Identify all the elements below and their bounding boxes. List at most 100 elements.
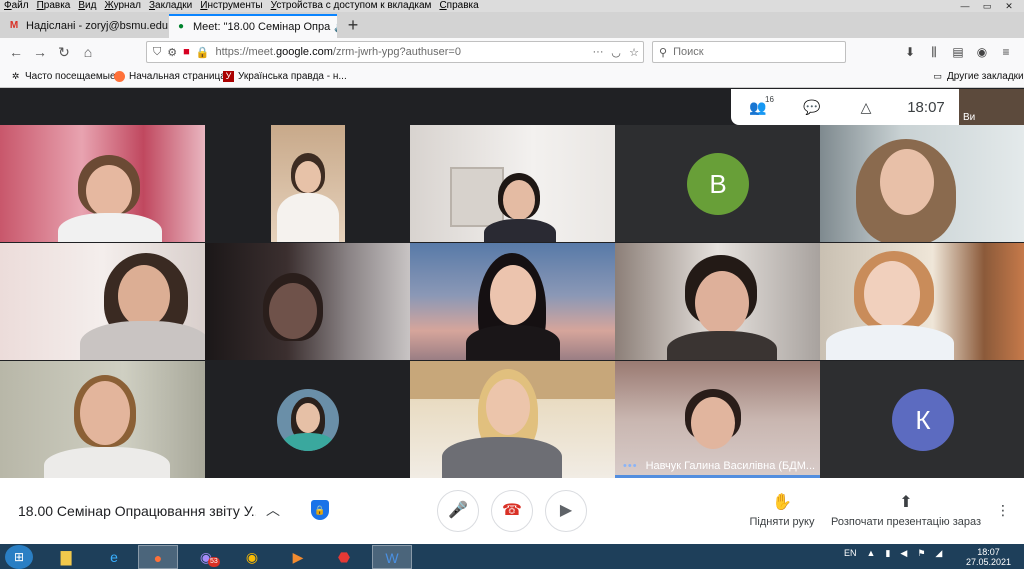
more-options-icon[interactable]: ⋮ bbox=[996, 502, 1010, 519]
volume-icon[interactable]: ◀ bbox=[900, 548, 907, 559]
participant-count: 16 bbox=[765, 94, 774, 104]
chat-button[interactable]: 💬 bbox=[785, 99, 839, 116]
participant-tile[interactable] bbox=[410, 125, 615, 242]
gear-icon: ✲ bbox=[11, 71, 20, 81]
taskbar-clock[interactable]: 18:07 27.05.2021 bbox=[966, 547, 1011, 567]
bookmark-most-visited[interactable]: ✲ Часто посещаемые bbox=[10, 71, 116, 82]
download-icon[interactable]: ⬇ bbox=[898, 42, 922, 62]
bookmark-other[interactable]: ▭ Другие закладки bbox=[932, 71, 1023, 82]
search-placeholder: Поиск bbox=[673, 46, 704, 58]
chevron-up-icon[interactable]: ︿ bbox=[266, 500, 280, 520]
network-icon[interactable]: ▮ bbox=[885, 548, 890, 559]
participant-tile[interactable] bbox=[410, 361, 615, 478]
host-controls-icon[interactable]: 🔒 bbox=[311, 500, 329, 520]
viber-icon[interactable]: ◉ 53 bbox=[186, 545, 226, 569]
bookmark-pravda[interactable]: У Українська правда - н... bbox=[223, 71, 347, 82]
forward-icon[interactable]: → bbox=[30, 42, 50, 62]
participant-tile[interactable] bbox=[205, 125, 410, 242]
home-icon[interactable]: ⌂ bbox=[78, 42, 98, 62]
present-label: Розпочати презентацію зараз bbox=[830, 516, 982, 528]
tab-meet[interactable]: ● Meet: "18.00 Семінар Опра 🔊 ✕ bbox=[169, 14, 337, 38]
search-input[interactable]: ⚲ Поиск bbox=[652, 41, 846, 63]
self-view[interactable]: Ви bbox=[959, 89, 1024, 125]
participant-tile[interactable] bbox=[205, 243, 410, 360]
participant-tile[interactable] bbox=[0, 125, 205, 242]
camera-icon[interactable]: ■ bbox=[183, 46, 190, 58]
more-icon[interactable]: ··· bbox=[589, 46, 607, 59]
avatar: В bbox=[687, 153, 749, 215]
menu-file[interactable]: Файл bbox=[4, 0, 29, 12]
tab-gmail[interactable]: M Надіслані - zoryj@bsmu.edu.u ✕ bbox=[2, 14, 168, 38]
participant-tile[interactable] bbox=[0, 361, 205, 478]
microphone-button[interactable]: 🎤 bbox=[437, 490, 479, 532]
explorer-icon[interactable]: ▇ bbox=[46, 545, 86, 569]
permissions-icon[interactable]: ⚙ bbox=[167, 46, 177, 59]
participant-tile[interactable] bbox=[205, 361, 410, 478]
speaker-icon[interactable]: 🔊 bbox=[334, 22, 337, 33]
participant-tile[interactable] bbox=[410, 243, 615, 360]
reload-icon[interactable]: ↻ bbox=[54, 42, 74, 62]
toolbar-right: ⬇ ⫼ ▤ ◉ ≡ bbox=[898, 42, 1018, 62]
participant-tile[interactable] bbox=[820, 243, 1024, 360]
close-window-icon[interactable]: ✕ bbox=[998, 0, 1020, 12]
pravda-icon: У bbox=[223, 71, 234, 82]
menu-bookmarks[interactable]: Закладки bbox=[149, 0, 192, 12]
end-call-button[interactable]: ☎ bbox=[491, 490, 533, 532]
folder-icon: ▭ bbox=[933, 71, 942, 81]
url-suffix: /zrm-jwrh-ypg?authuser=0 bbox=[332, 46, 461, 58]
menu-devices[interactable]: Устройства с доступом к вкладкам bbox=[271, 0, 432, 12]
viber-badge: 53 bbox=[208, 557, 220, 567]
meet-controls: 18.00 Семінар Опрацювання звіту У... ︿ 🔒… bbox=[0, 478, 1024, 544]
menu-history[interactable]: Журнал bbox=[104, 0, 141, 12]
word-icon[interactable]: W bbox=[372, 545, 412, 569]
library-icon[interactable]: ⫼ bbox=[922, 42, 946, 62]
minimize-icon[interactable]: — bbox=[954, 0, 976, 12]
star-icon[interactable]: ☆ bbox=[625, 46, 643, 59]
chrome-icon[interactable]: ◉ bbox=[232, 545, 272, 569]
participant-tile[interactable] bbox=[0, 243, 205, 360]
tab-title: Meet: "18.00 Семінар Опра bbox=[193, 21, 331, 33]
menu-edit[interactable]: Правка bbox=[37, 0, 71, 12]
raise-hand-button[interactable]: ✋ Підняти руку bbox=[742, 492, 822, 528]
people-button[interactable]: 👥 16 bbox=[731, 95, 785, 116]
sidebar-icon[interactable]: ▤ bbox=[946, 42, 970, 62]
participant-tile[interactable]: К bbox=[820, 361, 1024, 478]
start-button[interactable]: ⊞ bbox=[5, 545, 33, 569]
bookmark-start-page[interactable]: Начальная страница bbox=[114, 71, 226, 82]
firefox-taskbar-icon[interactable]: ● bbox=[138, 545, 178, 569]
participant-tile[interactable]: В bbox=[615, 125, 820, 242]
menu-view[interactable]: Вид bbox=[78, 0, 96, 12]
pdf-reader-icon[interactable]: ⬣ bbox=[324, 545, 364, 569]
pocket-icon[interactable]: ◡ bbox=[607, 46, 625, 59]
url-bar[interactable]: ⛉ ⚙ ■ 🔒 https://meet. google.com/zrm-jwrh… bbox=[146, 41, 644, 63]
back-icon[interactable]: ← bbox=[6, 42, 26, 62]
shield-icon[interactable]: ⛉ bbox=[153, 46, 161, 59]
account-icon[interactable]: ◉ bbox=[970, 42, 994, 62]
participant-grid: В ••• Навчук Галина Василівна (БДМ... К bbox=[0, 125, 1024, 478]
flag-icon[interactable]: ⚑ bbox=[917, 548, 925, 559]
activities-button[interactable]: △ bbox=[839, 99, 893, 116]
raise-hand-label: Підняти руку bbox=[749, 516, 815, 528]
participant-tile[interactable]: ••• Навчук Галина Василівна (БДМ... bbox=[615, 361, 820, 478]
media-player-icon[interactable]: ▶ bbox=[278, 545, 318, 569]
bookmark-label: Українська правда - н... bbox=[238, 71, 347, 82]
camera-button[interactable]: ▶ bbox=[545, 490, 587, 532]
maximize-icon[interactable]: ▭ bbox=[976, 0, 998, 12]
signal-icon[interactable]: ◢ bbox=[935, 548, 942, 559]
present-button[interactable]: ⬆ Розпочати презентацію зараз bbox=[830, 492, 982, 528]
participant-tile[interactable] bbox=[820, 125, 1024, 242]
menu-help[interactable]: Справка bbox=[439, 0, 478, 12]
tray-arrow-icon[interactable]: ▲ bbox=[867, 548, 876, 559]
participant-tile[interactable] bbox=[615, 243, 820, 360]
menu-bar: Файл Правка Вид Журнал Закладки Инструме… bbox=[0, 0, 1024, 12]
language-indicator[interactable]: EN bbox=[844, 548, 857, 559]
new-tab-button[interactable]: + bbox=[342, 14, 364, 36]
taskbar: ⊞ ▇ e ● ◉ 53 ◉ ▶ ⬣ W EN ▲ ▮ ◀ ⚑ ◢ 18:07 … bbox=[0, 544, 1024, 569]
menu-tools[interactable]: Инструменты bbox=[200, 0, 262, 12]
shapes-icon: △ bbox=[860, 98, 872, 115]
meeting-title[interactable]: 18.00 Семінар Опрацювання звіту У... bbox=[18, 503, 256, 519]
shelf bbox=[450, 167, 504, 227]
participant-video bbox=[271, 125, 345, 242]
menu-icon[interactable]: ≡ bbox=[994, 42, 1018, 62]
ie-icon[interactable]: e bbox=[94, 545, 134, 569]
